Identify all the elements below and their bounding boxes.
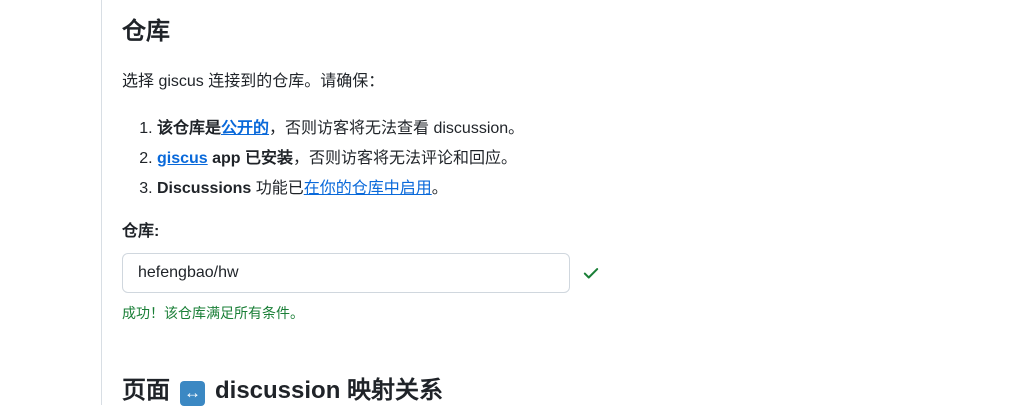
public-repo-link[interactable]: 公开的: [221, 120, 269, 137]
giscus-app-link[interactable]: giscus: [157, 150, 208, 167]
repo-field-label: 仓库:: [122, 223, 160, 240]
repo-intro-text: 选择 giscus 连接到的仓库。请确保：: [122, 73, 385, 90]
requirement-text: ，否则访客将无法查看 discussion。: [269, 120, 525, 137]
requirement-item-discussions: Discussions 功能已在你的仓库中启用。: [157, 174, 524, 204]
repo-input[interactable]: [122, 253, 570, 293]
repo-section-heading: 仓库: [122, 18, 170, 45]
mapping-section-heading: 页面 ↔ discussion 映射关系: [122, 374, 443, 408]
check-icon: [583, 268, 599, 279]
mapping-title-right: discussion 映射关系: [215, 377, 444, 404]
requirement-text: ，否则访客将无法评论和回应。: [293, 150, 518, 167]
requirement-item-app: giscus app 已安装，否则访客将无法评论和回应。: [157, 144, 524, 174]
requirement-bold-text: 该仓库是: [157, 120, 222, 137]
requirement-bold-text: app 已安装: [207, 150, 294, 167]
requirement-text: 功能已: [251, 180, 304, 197]
requirement-item-public: 该仓库是公开的，否则访客将无法查看 discussion。: [157, 114, 524, 144]
content-left-border: [101, 0, 102, 405]
repo-input-row: [122, 253, 600, 293]
requirement-bold-text: Discussions: [157, 180, 252, 197]
repo-success-message: 成功！该仓库满足所有条件。: [122, 305, 304, 321]
requirement-text-end: 。: [431, 180, 448, 197]
left-right-arrow-icon: ↔: [180, 380, 205, 406]
enable-discussions-link[interactable]: 在你的仓库中启用: [304, 180, 432, 197]
mapping-title-left: 页面: [122, 377, 170, 404]
requirements-list: 该仓库是公开的，否则访客将无法查看 discussion。 giscus app…: [122, 114, 524, 204]
